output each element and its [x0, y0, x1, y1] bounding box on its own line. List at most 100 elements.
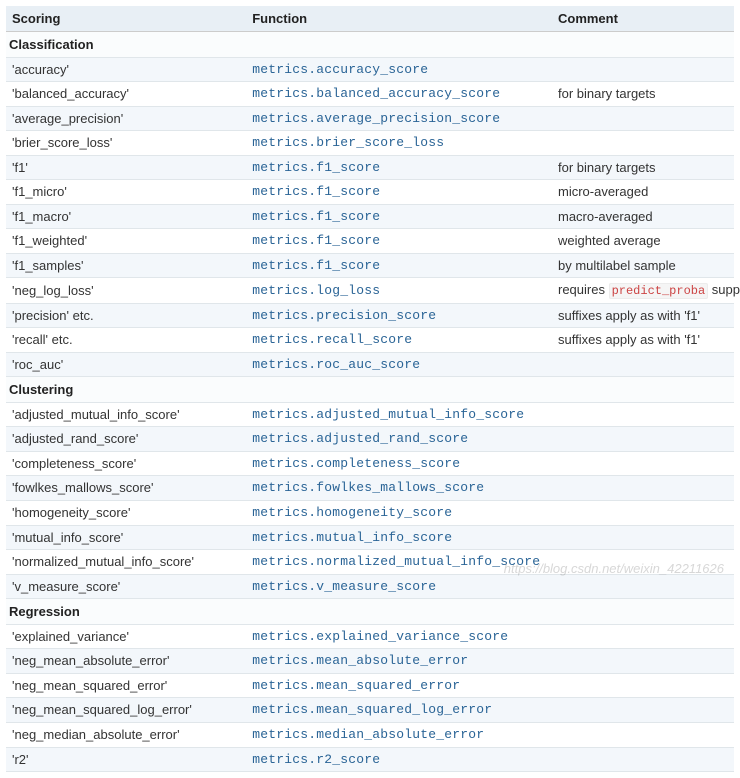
- comment-cell: suffixes apply as with 'f1': [552, 303, 734, 328]
- function-link[interactable]: metrics.explained_variance_score: [246, 624, 552, 649]
- scoring-name: 'completeness_score': [6, 451, 246, 476]
- scoring-name: 'f1_weighted': [6, 229, 246, 254]
- function-link[interactable]: metrics.f1_score: [246, 180, 552, 205]
- scoring-name: 'adjusted_mutual_info_score': [6, 402, 246, 427]
- scoring-name: 'f1_macro': [6, 204, 246, 229]
- function-link[interactable]: metrics.r2_score: [246, 747, 552, 772]
- section-header: Regression: [6, 599, 734, 625]
- table-row: 'precision' etc.metrics.precision_scores…: [6, 303, 734, 328]
- table-row: 'neg_log_loss'metrics.log_lossrequires p…: [6, 278, 734, 303]
- table-row: 'mutual_info_score'metrics.mutual_info_s…: [6, 525, 734, 550]
- table-row: 'completeness_score'metrics.completeness…: [6, 451, 734, 476]
- comment-cell: [552, 352, 734, 377]
- scoring-name: 'r2': [6, 747, 246, 772]
- table-row: 'r2'metrics.r2_score: [6, 747, 734, 772]
- comment-cell: [552, 525, 734, 550]
- function-link[interactable]: metrics.average_precision_score: [246, 106, 552, 131]
- function-link[interactable]: metrics.mean_absolute_error: [246, 649, 552, 674]
- function-link[interactable]: metrics.completeness_score: [246, 451, 552, 476]
- function-link[interactable]: metrics.normalized_mutual_info_score: [246, 550, 552, 575]
- scoring-name: 'f1_samples': [6, 253, 246, 278]
- table-row: 'adjusted_mutual_info_score'metrics.adju…: [6, 402, 734, 427]
- scoring-name: 'explained_variance': [6, 624, 246, 649]
- scoring-name: 'neg_mean_squared_log_error': [6, 698, 246, 723]
- table-row: 'adjusted_rand_score'metrics.adjusted_ra…: [6, 427, 734, 452]
- table-row: 'brier_score_loss'metrics.brier_score_lo…: [6, 131, 734, 156]
- function-link[interactable]: metrics.homogeneity_score: [246, 501, 552, 526]
- scoring-name: 'brier_score_loss': [6, 131, 246, 156]
- section-title: Regression: [6, 599, 734, 625]
- scoring-table: Scoring Function Comment Classification'…: [6, 6, 734, 772]
- comment-cell: [552, 501, 734, 526]
- table-row: 'fowlkes_mallows_score'metrics.fowlkes_m…: [6, 476, 734, 501]
- function-link[interactable]: metrics.precision_score: [246, 303, 552, 328]
- comment-cell: [552, 574, 734, 599]
- comment-cell: micro-averaged: [552, 180, 734, 205]
- scoring-name: 'neg_mean_absolute_error': [6, 649, 246, 674]
- scoring-name: 'precision' etc.: [6, 303, 246, 328]
- function-link[interactable]: metrics.mean_squared_log_error: [246, 698, 552, 723]
- function-link[interactable]: metrics.f1_score: [246, 155, 552, 180]
- table-row: 'neg_median_absolute_error'metrics.media…: [6, 722, 734, 747]
- scoring-name: 'recall' etc.: [6, 328, 246, 353]
- function-link[interactable]: metrics.roc_auc_score: [246, 352, 552, 377]
- table-row: 'f1'metrics.f1_scorefor binary targets: [6, 155, 734, 180]
- function-link[interactable]: metrics.recall_score: [246, 328, 552, 353]
- function-link[interactable]: metrics.balanced_accuracy_score: [246, 82, 552, 107]
- comment-cell: for binary targets: [552, 155, 734, 180]
- comment-cell: [552, 476, 734, 501]
- scoring-name: 'normalized_mutual_info_score': [6, 550, 246, 575]
- function-link[interactable]: metrics.log_loss: [246, 278, 552, 303]
- function-link[interactable]: metrics.f1_score: [246, 253, 552, 278]
- comment-cell: [552, 427, 734, 452]
- scoring-name: 'roc_auc': [6, 352, 246, 377]
- comment-cell: by multilabel sample: [552, 253, 734, 278]
- table-row: 'recall' etc.metrics.recall_scoresuffixe…: [6, 328, 734, 353]
- comment-cell: macro-averaged: [552, 204, 734, 229]
- comment-cell: [552, 624, 734, 649]
- function-link[interactable]: metrics.adjusted_rand_score: [246, 427, 552, 452]
- comment-cell: [552, 747, 734, 772]
- comment-cell: weighted average: [552, 229, 734, 254]
- function-link[interactable]: metrics.mean_squared_error: [246, 673, 552, 698]
- function-link[interactable]: metrics.mutual_info_score: [246, 525, 552, 550]
- comment-cell: [552, 106, 734, 131]
- comment-cell: [552, 131, 734, 156]
- scoring-name: 'f1': [6, 155, 246, 180]
- scoring-name: 'v_measure_score': [6, 574, 246, 599]
- table-row: 'roc_auc'metrics.roc_auc_score: [6, 352, 734, 377]
- scoring-name: 'fowlkes_mallows_score': [6, 476, 246, 501]
- table-row: 'normalized_mutual_info_score'metrics.no…: [6, 550, 734, 575]
- table-row: 'f1_weighted'metrics.f1_scoreweighted av…: [6, 229, 734, 254]
- table-row: 'neg_mean_squared_log_error'metrics.mean…: [6, 698, 734, 723]
- function-link[interactable]: metrics.median_absolute_error: [246, 722, 552, 747]
- scoring-name: 'neg_median_absolute_error': [6, 722, 246, 747]
- col-comment: Comment: [552, 6, 734, 32]
- comment-cell: [552, 673, 734, 698]
- comment-cell: for binary targets: [552, 82, 734, 107]
- table-row: 'f1_micro'metrics.f1_scoremicro-averaged: [6, 180, 734, 205]
- scoring-name: 'average_precision': [6, 106, 246, 131]
- function-link[interactable]: metrics.fowlkes_mallows_score: [246, 476, 552, 501]
- function-link[interactable]: metrics.f1_score: [246, 229, 552, 254]
- function-link[interactable]: metrics.brier_score_loss: [246, 131, 552, 156]
- scoring-name: 'f1_micro': [6, 180, 246, 205]
- section-title: Clustering: [6, 377, 734, 403]
- comment-cell: requires predict_proba support: [552, 278, 734, 303]
- table-header-row: Scoring Function Comment: [6, 6, 734, 32]
- table-row: 'balanced_accuracy'metrics.balanced_accu…: [6, 82, 734, 107]
- function-link[interactable]: metrics.v_measure_score: [246, 574, 552, 599]
- table-row: 'average_precision'metrics.average_preci…: [6, 106, 734, 131]
- section-header: Classification: [6, 32, 734, 58]
- table-row: 'explained_variance'metrics.explained_va…: [6, 624, 734, 649]
- function-link[interactable]: metrics.adjusted_mutual_info_score: [246, 402, 552, 427]
- scoring-name: 'mutual_info_score': [6, 525, 246, 550]
- code-literal: predict_proba: [609, 283, 709, 299]
- comment-cell: [552, 451, 734, 476]
- table-row: 'neg_mean_squared_error'metrics.mean_squ…: [6, 673, 734, 698]
- function-link[interactable]: metrics.f1_score: [246, 204, 552, 229]
- comment-cell: [552, 698, 734, 723]
- function-link[interactable]: metrics.accuracy_score: [246, 57, 552, 82]
- scoring-name: 'accuracy': [6, 57, 246, 82]
- col-function: Function: [246, 6, 552, 32]
